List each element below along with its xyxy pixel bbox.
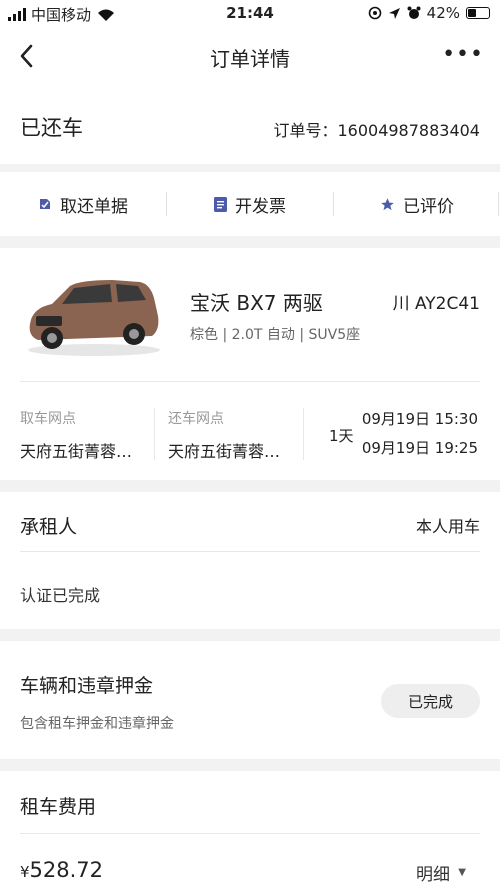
return-location[interactable]: 天府五街菁蓉… [168, 438, 280, 462]
issue-invoice-button[interactable]: 开发票 [167, 172, 333, 236]
status-bar: 中国移动 21:44 42% [0, 0, 500, 28]
divider [154, 408, 155, 460]
star-icon [381, 197, 394, 210]
fee-detail-button[interactable]: 明细 [416, 860, 450, 885]
car-image [28, 280, 160, 356]
deposit-subtitle: 包含租车押金和违章押金 [20, 716, 174, 732]
verification-status: 认证已完成 [20, 586, 101, 605]
renter-card: 承租人 本人用车 认证已完成 [0, 492, 500, 629]
alarm-icon [407, 6, 421, 19]
navigation-bar: 订单详情 ••• [0, 28, 500, 84]
location-arrow-icon [388, 7, 400, 19]
divider [20, 551, 480, 552]
divider [498, 192, 499, 216]
screen-lock-icon [368, 6, 381, 20]
fee-amount: ¥528.72 [20, 858, 103, 882]
battery-fill [468, 9, 477, 17]
action-label: 已评价 [403, 196, 454, 217]
order-actions: 取还单据 开发票 已评价 [0, 172, 500, 236]
renter-type: 本人用车 [415, 517, 480, 536]
pickup-return-documents-button[interactable]: 取还单据 [0, 172, 166, 236]
order-number: 订单号：16004987883404 [273, 121, 480, 140]
renter-title: 承租人 [20, 516, 78, 538]
fee-title: 租车费用 [20, 796, 97, 818]
divider [303, 408, 304, 460]
car-info-card: 宝沃 BX7 两驱 川 AY2C41 棕色 | 2.0T 自动 | SUV5座 … [0, 248, 500, 480]
car-model: 宝沃 BX7 两驱 [190, 291, 323, 315]
fee-value: 528.72 [29, 858, 104, 882]
more-options-button[interactable]: ••• [442, 42, 484, 67]
pickup-location[interactable]: 天府五街菁蓉… [20, 438, 132, 462]
action-label: 开发票 [235, 196, 286, 217]
divider [20, 381, 480, 382]
return-time: 09月19日 19:25 [361, 439, 478, 457]
currency-symbol: ¥ [20, 863, 30, 881]
deposit-title: 车辆和违章押金 [20, 675, 154, 697]
pickup-location-label: 取车网点 [20, 411, 76, 427]
battery-icon [466, 7, 490, 19]
rental-fee-card: 租车费用 ¥528.72 明细 ▼ [0, 771, 500, 889]
divider [20, 833, 480, 834]
receipt-icon [40, 199, 50, 209]
battery-percent: 42% [426, 4, 460, 22]
car-spec: 棕色 | 2.0T 自动 | SUV5座 [190, 327, 361, 343]
return-location-label: 还车网点 [168, 411, 224, 427]
page-title: 订单详情 [210, 47, 290, 71]
license-plate: 川 AY2C41 [392, 294, 480, 314]
pickup-time: 09月19日 15:30 [361, 410, 478, 428]
deposit-card: 车辆和违章押金 包含租车押金和违章押金 已完成 [0, 641, 500, 759]
order-status-card: 已还车 订单号：16004987883404 [0, 84, 500, 164]
order-status: 已还车 [20, 116, 83, 140]
invoice-icon [214, 196, 227, 212]
chevron-down-icon: ▼ [458, 867, 466, 878]
action-label: 取还单据 [60, 196, 128, 217]
reviewed-button[interactable]: 已评价 [334, 172, 500, 236]
rental-duration: 1天 [329, 427, 354, 445]
deposit-status-button[interactable]: 已完成 [381, 684, 480, 718]
